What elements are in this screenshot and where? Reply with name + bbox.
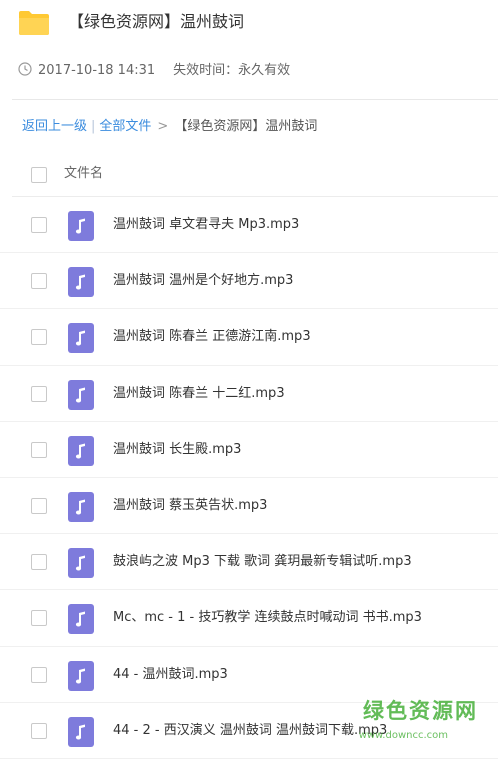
watermark-url: www.downcc.com [358, 730, 448, 741]
music-file-icon [68, 211, 94, 241]
music-file-icon [68, 323, 94, 354]
file-row[interactable]: 温州鼓词 温州是个好地方.mp3 [0, 253, 498, 310]
breadcrumb-current: 【绿色资源网】温州鼓词 [174, 119, 318, 134]
row-checkbox[interactable] [31, 666, 47, 683]
file-row[interactable]: 温州鼓词 陈春兰 十二红.mp3 [0, 366, 498, 422]
music-file-icon [68, 267, 94, 298]
column-filename: 文件名 [64, 166, 104, 181]
music-file-icon [68, 716, 94, 747]
share-meta: 2017-10-18 14:31 失效时间：永久有效 [18, 60, 290, 82]
music-file-icon [68, 548, 94, 579]
folder-icon [19, 11, 49, 35]
file-row[interactable]: Mc、mc - 1 - 技巧教学 连续鼓点时喊动词 书书.mp3 [0, 590, 498, 647]
file-row[interactable]: 温州鼓词 蔡玉英告状.mp3 [0, 478, 498, 535]
music-file-icon [68, 660, 94, 691]
row-checkbox[interactable] [31, 273, 47, 290]
file-row[interactable]: 温州鼓词 长生殿.mp3 [0, 422, 498, 478]
file-name[interactable]: 温州鼓词 卓文君寻夫 Mp3.mp3 [113, 214, 299, 236]
music-file-icon [68, 604, 94, 635]
clock-icon [18, 62, 32, 76]
file-row[interactable]: 温州鼓词 陈春兰 正德游江南.mp3 [0, 309, 498, 366]
row-checkbox[interactable] [31, 554, 47, 571]
file-name[interactable]: 温州鼓词 长生殿.mp3 [113, 439, 241, 461]
share-date: 2017-10-18 14:31 [38, 63, 156, 78]
table-header: 文件名 [0, 152, 498, 196]
music-file-icon [68, 435, 94, 466]
row-checkbox[interactable] [31, 329, 47, 346]
row-checkbox[interactable] [31, 610, 47, 627]
divider [12, 99, 498, 100]
file-name[interactable]: 温州鼓词 陈春兰 十二红.mp3 [113, 383, 285, 405]
file-row[interactable]: 温州鼓词 卓文君寻夫 Mp3.mp3 [0, 197, 498, 254]
file-name[interactable]: 鼓浪屿之波 Mp3 下载 歌词 龚玥最新专辑试听.mp3 [113, 551, 412, 573]
select-all-checkbox[interactable] [31, 167, 47, 183]
file-name[interactable]: 温州鼓词 蔡玉英告状.mp3 [113, 495, 267, 517]
row-checkbox[interactable] [31, 441, 47, 458]
page-title: 【绿色资源网】温州鼓词 [68, 12, 245, 31]
row-checkbox[interactable] [31, 722, 47, 739]
row-checkbox[interactable] [31, 497, 47, 514]
music-file-icon [68, 491, 94, 522]
music-file-icon [68, 379, 94, 410]
share-header: 【绿色资源网】温州鼓词 [0, 0, 498, 48]
file-row[interactable]: 鼓浪屿之波 Mp3 下载 歌词 龚玥最新专辑试听.mp3 [0, 534, 498, 591]
file-name[interactable]: 44 - 2 - 西汉演义 温州鼓词 温州鼓词下载.mp3 [113, 720, 387, 742]
breadcrumb-separator: | [91, 119, 96, 134]
file-name[interactable]: 44 - 温州鼓词.mp3 [113, 664, 228, 686]
breadcrumb: 返回上一级 | 全部文件 > 【绿色资源网】温州鼓词 [22, 116, 317, 138]
file-list: 温州鼓词 卓文君寻夫 Mp3.mp3 温州鼓词 温州是个好地方.mp3 温州鼓词… [0, 197, 498, 759]
row-checkbox[interactable] [31, 217, 47, 233]
row-checkbox[interactable] [31, 385, 47, 402]
file-name[interactable]: 温州鼓词 温州是个好地方.mp3 [113, 270, 293, 292]
expire-text: 失效时间：永久有效 [173, 63, 291, 78]
breadcrumb-arrow: > [157, 119, 169, 134]
watermark-logo: 绿色资源网 [363, 699, 478, 723]
back-link[interactable]: 返回上一级 [22, 119, 87, 134]
all-files-link[interactable]: 全部文件 [99, 119, 151, 134]
file-name[interactable]: Mc、mc - 1 - 技巧教学 连续鼓点时喊动词 书书.mp3 [113, 607, 422, 629]
file-name[interactable]: 温州鼓词 陈春兰 正德游江南.mp3 [113, 326, 311, 348]
